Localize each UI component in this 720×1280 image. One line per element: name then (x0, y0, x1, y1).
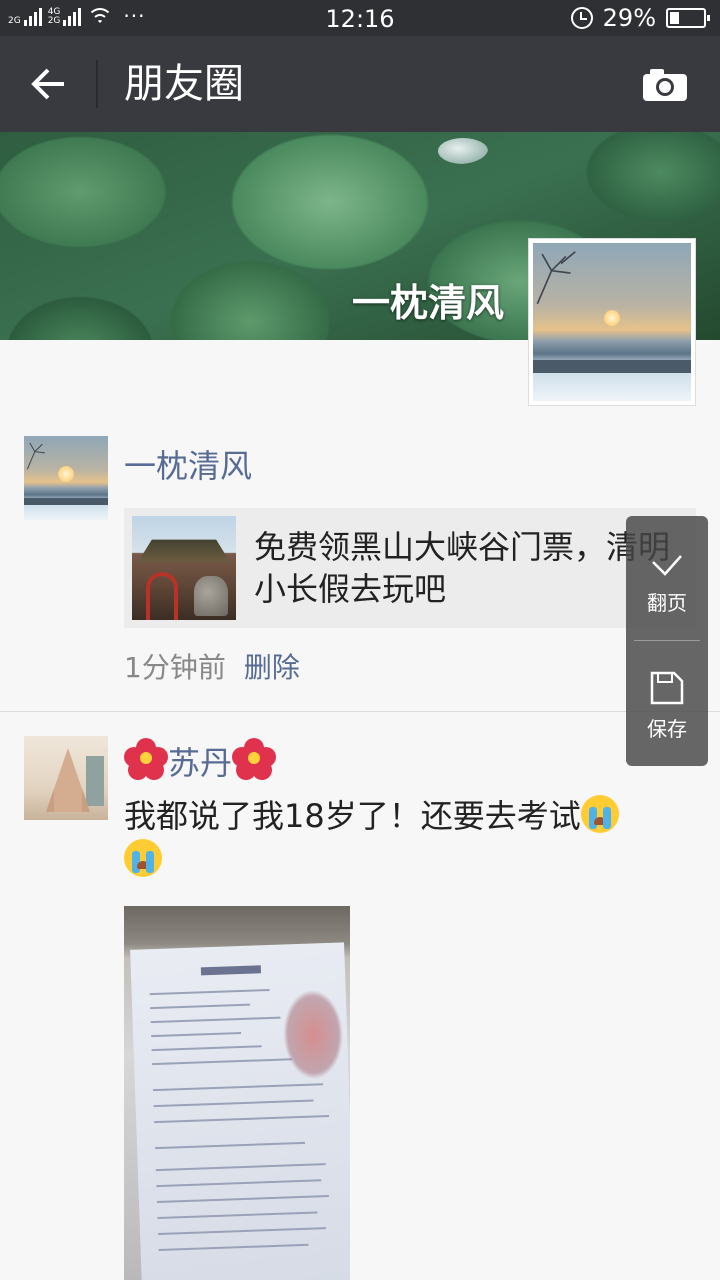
post-author-name[interactable]: 一枕清风 (124, 444, 252, 488)
post-meta: 1分钟前 删除 (124, 650, 300, 686)
post-author-name: 苏丹 (168, 744, 233, 782)
save-icon (650, 671, 684, 705)
floating-tool-panel: 翻页 保存 (626, 516, 708, 766)
translate-page-button[interactable]: 翻页 (626, 516, 708, 636)
cover-username: 一枕清风 (351, 281, 504, 325)
save-button[interactable]: 保存 (626, 646, 708, 766)
profile-avatar[interactable] (528, 238, 696, 406)
hibiscus-emoji-icon (124, 738, 168, 782)
camera-button[interactable] (642, 68, 688, 102)
back-arrow-icon (31, 68, 64, 100)
battery-icon (666, 8, 710, 28)
back-button[interactable] (24, 62, 72, 106)
horizon-land (533, 359, 691, 373)
tree-branches (536, 251, 576, 305)
alarm-icon (570, 7, 593, 29)
crying-emoji-icon (124, 839, 162, 877)
delete-link[interactable]: 删除 (244, 651, 300, 684)
water-drop (438, 138, 488, 164)
photo-stamp (281, 988, 345, 1081)
temple-roof (138, 539, 230, 562)
camera-icon (643, 69, 687, 101)
paper-header (200, 965, 262, 976)
shelf (86, 756, 104, 806)
post-time: 1分钟前 (124, 651, 226, 684)
battery-fill (670, 12, 679, 24)
link-thumbnail (132, 516, 236, 620)
status-right: 29% (570, 4, 710, 32)
sun (58, 466, 74, 482)
exam-ticket-paper (130, 942, 350, 1280)
link-title: 免费领黑山大峡谷门票，清明小长假去玩吧 (254, 528, 671, 608)
post-divider (0, 711, 720, 712)
yoga-figure (46, 748, 90, 812)
sunset-avatar-image (533, 243, 691, 401)
sun (604, 310, 620, 326)
horizon-land (24, 498, 108, 505)
post-text: 我都说了我18岁了！还要去考试 (124, 794, 704, 882)
post-text-body: 我都说了我18岁了！还要去考试 (124, 797, 581, 835)
post-avatar[interactable] (24, 436, 108, 520)
status-bar: 2G 4G 2G ··· 12:16 29% (0, 0, 720, 36)
crying-emoji-icon (580, 795, 619, 833)
save-label: 保存 (647, 717, 687, 741)
battery-percent: 29% (602, 4, 656, 32)
post-photo[interactable] (124, 906, 350, 1280)
stone-lion (194, 576, 228, 616)
shared-link-card[interactable]: 免费领黑山大峡谷门票，清明小长假去玩吧 (124, 508, 696, 628)
page-title: 朋友圈 (124, 61, 244, 107)
sunset-avatar-image (24, 436, 108, 520)
post-avatar[interactable] (24, 736, 108, 820)
title-bar: 朋友圈 (0, 36, 720, 132)
title-divider (96, 60, 98, 108)
translate-label: 翻页 (647, 591, 687, 615)
hibiscus-emoji-icon (232, 738, 277, 782)
temple-arch (146, 572, 178, 620)
tree-branches (26, 442, 45, 470)
checkmark-icon (652, 555, 682, 576)
panel-divider (634, 640, 700, 641)
post-author-name-row[interactable]: 苏丹 (124, 738, 277, 785)
